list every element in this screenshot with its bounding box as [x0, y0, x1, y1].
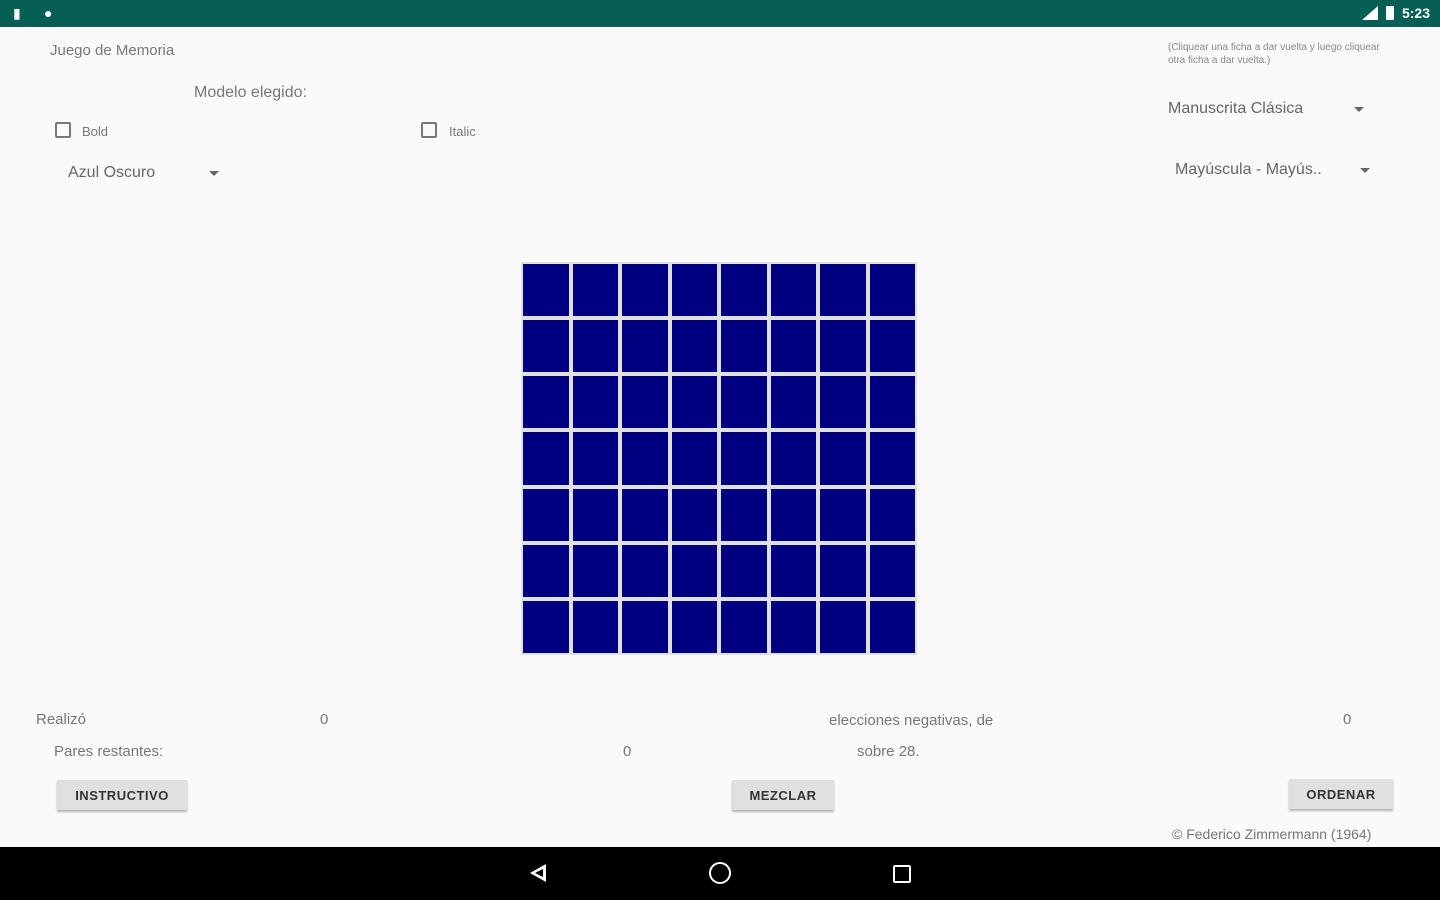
memory-tile[interactable]: [820, 600, 866, 653]
memory-tile[interactable]: [869, 376, 915, 429]
mezclar-button[interactable]: MEZCLAR: [732, 780, 834, 810]
memory-board: [521, 262, 917, 655]
status-bar: ▮ ● 5:23: [0, 0, 1440, 27]
back-icon-inner: [535, 869, 543, 877]
memory-tile[interactable]: [523, 264, 569, 317]
memory-tile[interactable]: [721, 600, 767, 653]
memory-tile[interactable]: [820, 544, 866, 597]
memory-tile[interactable]: [869, 488, 915, 541]
memory-tile[interactable]: [721, 544, 767, 597]
italic-checkbox[interactable]: [421, 122, 437, 138]
memory-tile[interactable]: [523, 600, 569, 653]
negative-label: elecciones negativas, de: [829, 712, 994, 729]
memory-tile[interactable]: [820, 432, 866, 485]
memory-tile[interactable]: [770, 488, 816, 541]
memory-tile[interactable]: [721, 432, 767, 485]
memory-tile[interactable]: [622, 320, 668, 373]
memory-tile[interactable]: [721, 264, 767, 317]
memory-tile[interactable]: [721, 488, 767, 541]
sd-card-icon: ▮: [13, 5, 21, 21]
total-label: sobre 28.: [857, 743, 920, 760]
memory-tile[interactable]: [820, 264, 866, 317]
memory-tile[interactable]: [770, 320, 816, 373]
dropdown-arrow-icon: [209, 171, 219, 176]
memory-tile[interactable]: [770, 264, 816, 317]
memory-tile[interactable]: [523, 432, 569, 485]
memory-tile[interactable]: [820, 320, 866, 373]
dropdown-arrow-icon: [1354, 107, 1364, 112]
status-time: 5:23: [1401, 5, 1430, 21]
instructivo-button[interactable]: INSTRUCTIVO: [57, 780, 187, 810]
memory-tile[interactable]: [770, 432, 816, 485]
battery-icon: [1386, 6, 1394, 20]
case-spinner[interactable]: Mayúscula - Mayús..: [1168, 157, 1378, 185]
home-icon[interactable]: [709, 862, 731, 884]
android-icon: ●: [44, 5, 53, 21]
memory-tile[interactable]: [622, 488, 668, 541]
color-spinner-value: Azul Oscuro: [68, 164, 156, 181]
model-label: Modelo elegido:: [194, 84, 307, 101]
memory-tile[interactable]: [622, 376, 668, 429]
memory-tile[interactable]: [572, 600, 618, 653]
app-title: Juego de Memoria: [50, 42, 175, 59]
memory-tile[interactable]: [572, 432, 618, 485]
italic-label: Italic: [449, 124, 476, 139]
font-spinner-value: Manuscrita Clásica: [1168, 100, 1304, 117]
memory-tile[interactable]: [671, 264, 717, 317]
recents-icon[interactable]: [893, 865, 911, 883]
memory-tile[interactable]: [671, 600, 717, 653]
memory-tile[interactable]: [869, 544, 915, 597]
memory-tile[interactable]: [622, 600, 668, 653]
made-label: Realizó: [36, 711, 87, 728]
memory-tile[interactable]: [523, 544, 569, 597]
memory-tile[interactable]: [721, 376, 767, 429]
copyright-text: © Federico Zimmermann (1964): [1172, 826, 1372, 842]
pairs-value: 0: [623, 743, 632, 760]
instruction-text: (Cliquear una ficha a dar vuelta y luego…: [1168, 42, 1380, 66]
memory-tile[interactable]: [572, 320, 618, 373]
font-spinner[interactable]: Manuscrita Clásica: [1160, 96, 1370, 124]
memory-tile[interactable]: [572, 376, 618, 429]
color-spinner[interactable]: Azul Oscuro: [60, 160, 230, 188]
memory-tile[interactable]: [869, 320, 915, 373]
memory-tile[interactable]: [721, 320, 767, 373]
memory-tile[interactable]: [869, 264, 915, 317]
memory-tile[interactable]: [770, 376, 816, 429]
signal-icon: [1362, 6, 1378, 20]
ordenar-button[interactable]: ORDENAR: [1289, 779, 1393, 809]
memory-tile[interactable]: [572, 488, 618, 541]
memory-tile[interactable]: [523, 320, 569, 373]
negative-value: 0: [1343, 711, 1352, 728]
memory-tile[interactable]: [820, 376, 866, 429]
memory-tile[interactable]: [671, 376, 717, 429]
memory-tile[interactable]: [622, 432, 668, 485]
bold-label: Bold: [82, 124, 109, 139]
made-value: 0: [320, 711, 329, 728]
memory-tile[interactable]: [523, 488, 569, 541]
memory-tile[interactable]: [671, 488, 717, 541]
memory-tile[interactable]: [770, 544, 816, 597]
memory-tile[interactable]: [770, 600, 816, 653]
pairs-label: Pares restantes:: [54, 743, 164, 760]
memory-tile[interactable]: [523, 376, 569, 429]
memory-tile[interactable]: [869, 432, 915, 485]
memory-tile[interactable]: [572, 264, 618, 317]
memory-tile[interactable]: [671, 544, 717, 597]
dropdown-arrow-icon: [1360, 168, 1370, 173]
memory-tile[interactable]: [622, 264, 668, 317]
memory-tile[interactable]: [869, 600, 915, 653]
memory-tile[interactable]: [572, 544, 618, 597]
memory-tile[interactable]: [671, 432, 717, 485]
memory-tile[interactable]: [622, 544, 668, 597]
memory-tile[interactable]: [820, 488, 866, 541]
memory-tile[interactable]: [671, 320, 717, 373]
case-spinner-value: Mayúscula - Mayús..: [1175, 161, 1322, 178]
bold-checkbox[interactable]: [55, 122, 71, 138]
